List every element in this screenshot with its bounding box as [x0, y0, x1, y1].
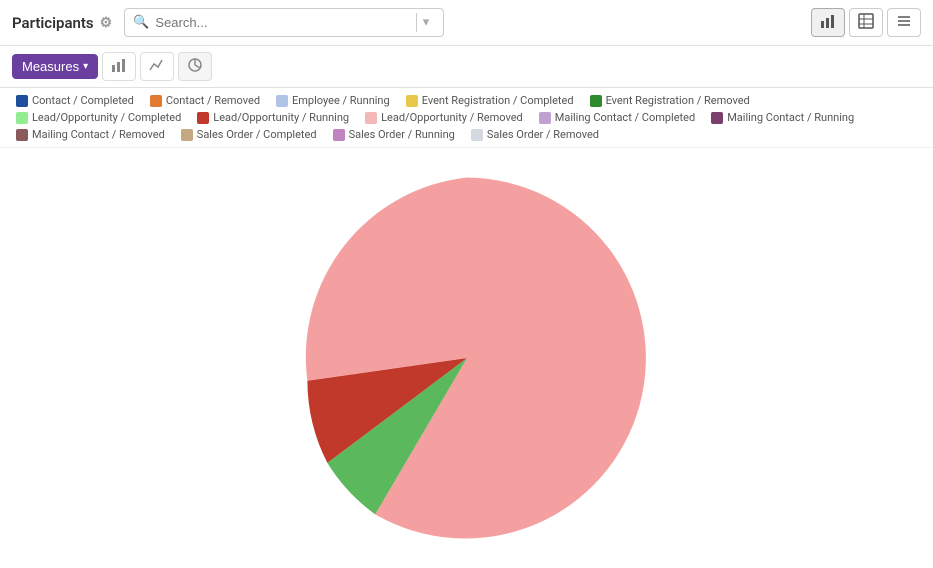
legend-color [150, 95, 162, 107]
legend-label: Mailing Contact / Removed [32, 128, 165, 141]
legend-label: Sales Order / Completed [197, 128, 317, 141]
legend-color [333, 129, 345, 141]
legend-item: Employee / Running [276, 94, 390, 107]
legend-label: Event Registration / Removed [606, 94, 750, 107]
pie-svg [277, 168, 657, 548]
pie-chart-icon [187, 57, 203, 73]
search-icon: 🔍 [133, 15, 149, 30]
chart-area [0, 148, 933, 568]
toolbar: Measures ▾ [0, 46, 933, 88]
legend-item: Mailing Contact / Completed [539, 111, 695, 124]
gear-icon[interactable]: ⚙ [100, 15, 113, 31]
table-icon [858, 13, 874, 29]
search-input[interactable] [155, 15, 405, 30]
legend-item: Lead/Opportunity / Removed [365, 111, 523, 124]
legend-color [365, 112, 377, 124]
pie-chart [277, 168, 657, 548]
pie-slice-other [305, 178, 466, 381]
top-bar: Participants ⚙ 🔍 ▾ [0, 0, 933, 46]
legend-item: Mailing Contact / Running [711, 111, 854, 124]
legend-color [276, 95, 288, 107]
legend-color [181, 129, 193, 141]
legend-item: Contact / Completed [16, 94, 134, 107]
legend-item: Lead/Opportunity / Completed [16, 111, 181, 124]
legend-label: Sales Order / Removed [487, 128, 599, 141]
legend-item: Event Registration / Completed [406, 94, 574, 107]
legend-label: Lead/Opportunity / Running [213, 111, 349, 124]
legend-color [711, 112, 723, 124]
legend-color [16, 112, 28, 124]
view-table-button[interactable] [849, 8, 883, 37]
legend-area: Contact / Completed Contact / Removed Em… [0, 88, 933, 148]
view-controls [811, 8, 921, 37]
measures-arrow-icon: ▾ [83, 61, 88, 72]
pie-chart-button[interactable] [178, 52, 212, 81]
chart-icon [820, 13, 836, 29]
legend-label: Mailing Contact / Completed [555, 111, 695, 124]
search-dropdown-icon[interactable]: ▾ [416, 13, 436, 32]
legend-item: Event Registration / Removed [590, 94, 750, 107]
legend-color [197, 112, 209, 124]
legend-label: Sales Order / Running [349, 128, 455, 141]
bar-chart-button[interactable] [102, 52, 136, 81]
legend-item: Mailing Contact / Removed [16, 128, 165, 141]
legend-item: Sales Order / Running [333, 128, 455, 141]
legend-color [471, 129, 483, 141]
list-icon [896, 13, 912, 29]
legend-label: Event Registration / Completed [422, 94, 574, 107]
bar-chart-icon [111, 57, 127, 73]
legend-item: Lead/Opportunity / Running [197, 111, 349, 124]
legend-color [406, 95, 418, 107]
search-bar: 🔍 ▾ [124, 8, 444, 37]
legend-color [539, 112, 551, 124]
legend-color [16, 129, 28, 141]
measures-label: Measures [22, 59, 79, 74]
legend-label: Contact / Completed [32, 94, 134, 107]
title-text: Participants [12, 14, 94, 32]
legend-label: Mailing Contact / Running [727, 111, 854, 124]
view-list-button[interactable] [887, 8, 921, 37]
page-title: Participants ⚙ [12, 14, 112, 32]
legend-color [16, 95, 28, 107]
measures-button[interactable]: Measures ▾ [12, 54, 98, 79]
legend-item: Sales Order / Completed [181, 128, 317, 141]
legend-label: Lead/Opportunity / Removed [381, 111, 523, 124]
legend-item: Contact / Removed [150, 94, 260, 107]
legend-label: Lead/Opportunity / Completed [32, 111, 181, 124]
line-chart-button[interactable] [140, 52, 174, 81]
legend-label: Employee / Running [292, 94, 390, 107]
legend-item: Sales Order / Removed [471, 128, 599, 141]
line-chart-icon [149, 57, 165, 73]
legend-label: Contact / Removed [166, 94, 260, 107]
view-chart-button[interactable] [811, 8, 845, 37]
legend-color [590, 95, 602, 107]
